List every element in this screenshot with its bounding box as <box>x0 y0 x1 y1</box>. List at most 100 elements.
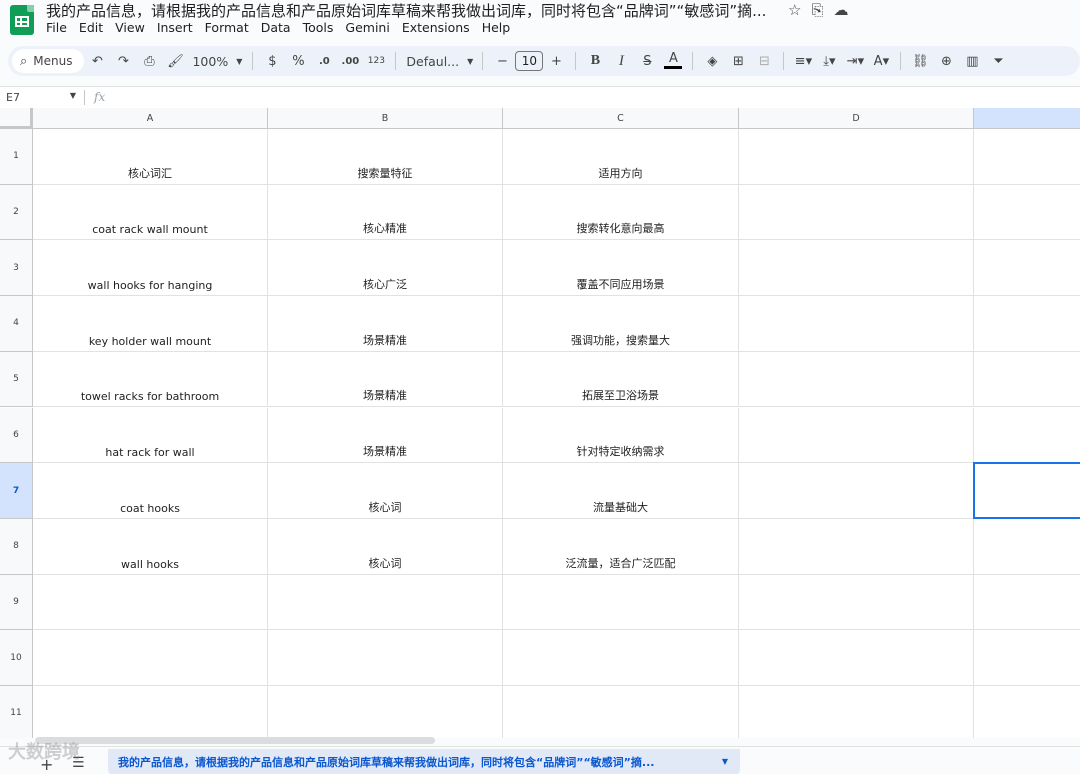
menu-extensions[interactable]: Extensions <box>402 20 476 35</box>
fill-color-icon[interactable]: ◈ <box>701 49 723 73</box>
table-cell[interactable] <box>739 686 974 738</box>
select-all-corner[interactable] <box>0 108 33 129</box>
insert-comment-icon[interactable]: ⊕ <box>935 49 957 73</box>
increase-decimal-button[interactable]: .00 <box>339 49 361 73</box>
table-cell[interactable] <box>33 630 268 686</box>
font-size-decrease-button[interactable]: − <box>491 49 513 73</box>
text-color-button[interactable]: A <box>662 49 684 73</box>
table-cell[interactable]: key holder wall mount <box>33 296 268 352</box>
name-box[interactable]: E7 ▼ <box>6 91 76 104</box>
table-cell[interactable]: 核心词汇 <box>33 129 268 185</box>
table-cell[interactable]: 核心词 <box>268 463 503 519</box>
table-cell[interactable] <box>739 296 974 352</box>
font-size-increase-button[interactable]: + <box>545 49 567 73</box>
row-header[interactable]: 5 <box>0 351 33 408</box>
table-cell[interactable] <box>739 407 974 464</box>
table-cell[interactable]: 场景精准 <box>268 407 503 464</box>
move-to-folder-icon[interactable]: ⎘ <box>811 1 823 19</box>
sheets-logo-icon[interactable] <box>10 5 34 35</box>
table-cell[interactable]: 搜索转化意向最高 <box>503 184 739 241</box>
column-header[interactable]: D <box>739 108 974 129</box>
table-cell[interactable] <box>268 630 503 686</box>
menu-data[interactable]: Data <box>261 20 297 35</box>
table-cell[interactable]: 流量基础大 <box>503 463 739 519</box>
table-cell[interactable] <box>974 296 1080 352</box>
table-cell[interactable]: coat rack wall mount <box>33 184 268 241</box>
filter-icon[interactable]: ⏷ <box>987 49 1009 73</box>
table-cell[interactable]: 核心精准 <box>268 184 503 241</box>
table-cell[interactable]: 针对特定收纳需求 <box>503 407 739 464</box>
row-header[interactable]: 7 <box>0 463 33 519</box>
row-header[interactable]: 10 <box>0 630 33 686</box>
table-cell[interactable] <box>503 686 739 738</box>
strikethrough-button[interactable]: S <box>636 49 658 73</box>
vertical-align-icon[interactable]: ⤓▾ <box>818 49 840 73</box>
table-cell[interactable] <box>974 630 1080 686</box>
row-header[interactable]: 1 <box>0 129 33 185</box>
table-cell[interactable]: 场景精准 <box>268 296 503 352</box>
table-cell[interactable] <box>974 352 1080 408</box>
menu-gemini[interactable]: Gemini <box>345 20 395 35</box>
table-cell[interactable]: wall hooks for hanging <box>33 240 268 297</box>
table-cell[interactable]: towel racks for bathroom <box>33 351 268 408</box>
table-cell[interactable]: 泛流量，适合广泛匹配 <box>503 518 739 575</box>
row-header[interactable]: 9 <box>0 574 33 631</box>
table-cell[interactable] <box>974 185 1080 241</box>
horizontal-align-icon[interactable]: ≡▾ <box>792 49 814 73</box>
table-cell[interactable] <box>974 575 1080 631</box>
percent-format-button[interactable]: % <box>287 49 309 73</box>
table-cell[interactable] <box>739 630 974 686</box>
font-select[interactable]: Defaul... ▼ <box>406 54 476 69</box>
table-cell[interactable]: 拓展至卫浴场景 <box>503 351 739 408</box>
table-cell[interactable] <box>739 518 974 575</box>
print-icon[interactable]: ⎙ <box>138 49 160 73</box>
horizontal-scrollbar[interactable] <box>35 737 435 744</box>
italic-button[interactable]: I <box>610 49 632 73</box>
insert-chart-icon[interactable]: ▥ <box>961 49 983 73</box>
star-icon[interactable]: ☆ <box>788 1 801 19</box>
text-wrapping-icon[interactable]: ⇥▾ <box>844 49 866 73</box>
cloud-saved-icon[interactable]: ☁ <box>833 1 848 19</box>
more-formats-button[interactable]: 123 <box>365 49 387 73</box>
column-header[interactable]: B <box>268 108 503 129</box>
table-cell[interactable] <box>974 408 1080 464</box>
text-rotation-icon[interactable]: A▾ <box>870 49 892 73</box>
table-cell[interactable]: coat hooks <box>33 463 268 519</box>
undo-icon[interactable]: ↶ <box>86 49 108 73</box>
row-header[interactable]: 6 <box>0 407 33 464</box>
table-cell[interactable] <box>739 129 974 185</box>
table-cell[interactable]: 搜索量特征 <box>268 129 503 185</box>
menu-edit[interactable]: Edit <box>79 20 109 35</box>
column-header[interactable]: C <box>503 108 739 129</box>
currency-format-button[interactable]: $ <box>261 49 283 73</box>
decrease-decimal-button[interactable]: .0 <box>313 49 335 73</box>
insert-link-icon[interactable]: ⛓ <box>909 49 931 73</box>
table-cell[interactable]: 核心词 <box>268 518 503 575</box>
paint-format-icon[interactable]: 🖌 <box>164 49 186 73</box>
table-cell[interactable] <box>268 574 503 631</box>
table-cell[interactable] <box>268 686 503 738</box>
table-cell[interactable] <box>33 686 268 738</box>
table-cell[interactable] <box>739 463 974 519</box>
table-cell[interactable] <box>974 129 1080 185</box>
table-cell[interactable]: wall hooks <box>33 518 268 575</box>
table-cell[interactable] <box>33 574 268 631</box>
spreadsheet-grid[interactable]: A B C D 1 核心词汇 搜索量特征 适用方向 2 coat rack wall mount 核… <box>0 108 1080 738</box>
table-cell[interactable]: 场景精准 <box>268 351 503 408</box>
redo-icon[interactable]: ↷ <box>112 49 134 73</box>
row-header[interactable]: 3 <box>0 240 33 297</box>
menu-file[interactable]: File <box>46 20 73 35</box>
borders-icon[interactable]: ⊞ <box>727 49 749 73</box>
menus-search-button[interactable]: ⌕ Menus <box>12 49 85 73</box>
chevron-down-icon[interactable]: ▼ <box>722 757 728 766</box>
table-cell[interactable]: 适用方向 <box>503 129 739 185</box>
menu-help[interactable]: Help <box>482 20 517 35</box>
table-cell[interactable]: hat rack for wall <box>33 407 268 464</box>
table-cell[interactable]: 核心广泛 <box>268 240 503 297</box>
table-cell[interactable] <box>503 574 739 631</box>
sheet-tab-active[interactable]: 我的产品信息，请根据我的产品信息和产品原始词库草稿来帮我做出词库，同时将包含“品… <box>108 749 740 774</box>
menu-format[interactable]: Format <box>205 20 255 35</box>
table-cell[interactable] <box>503 630 739 686</box>
font-size-input[interactable]: 10 <box>515 51 544 71</box>
zoom-select[interactable]: 100% ▼ <box>188 54 246 69</box>
